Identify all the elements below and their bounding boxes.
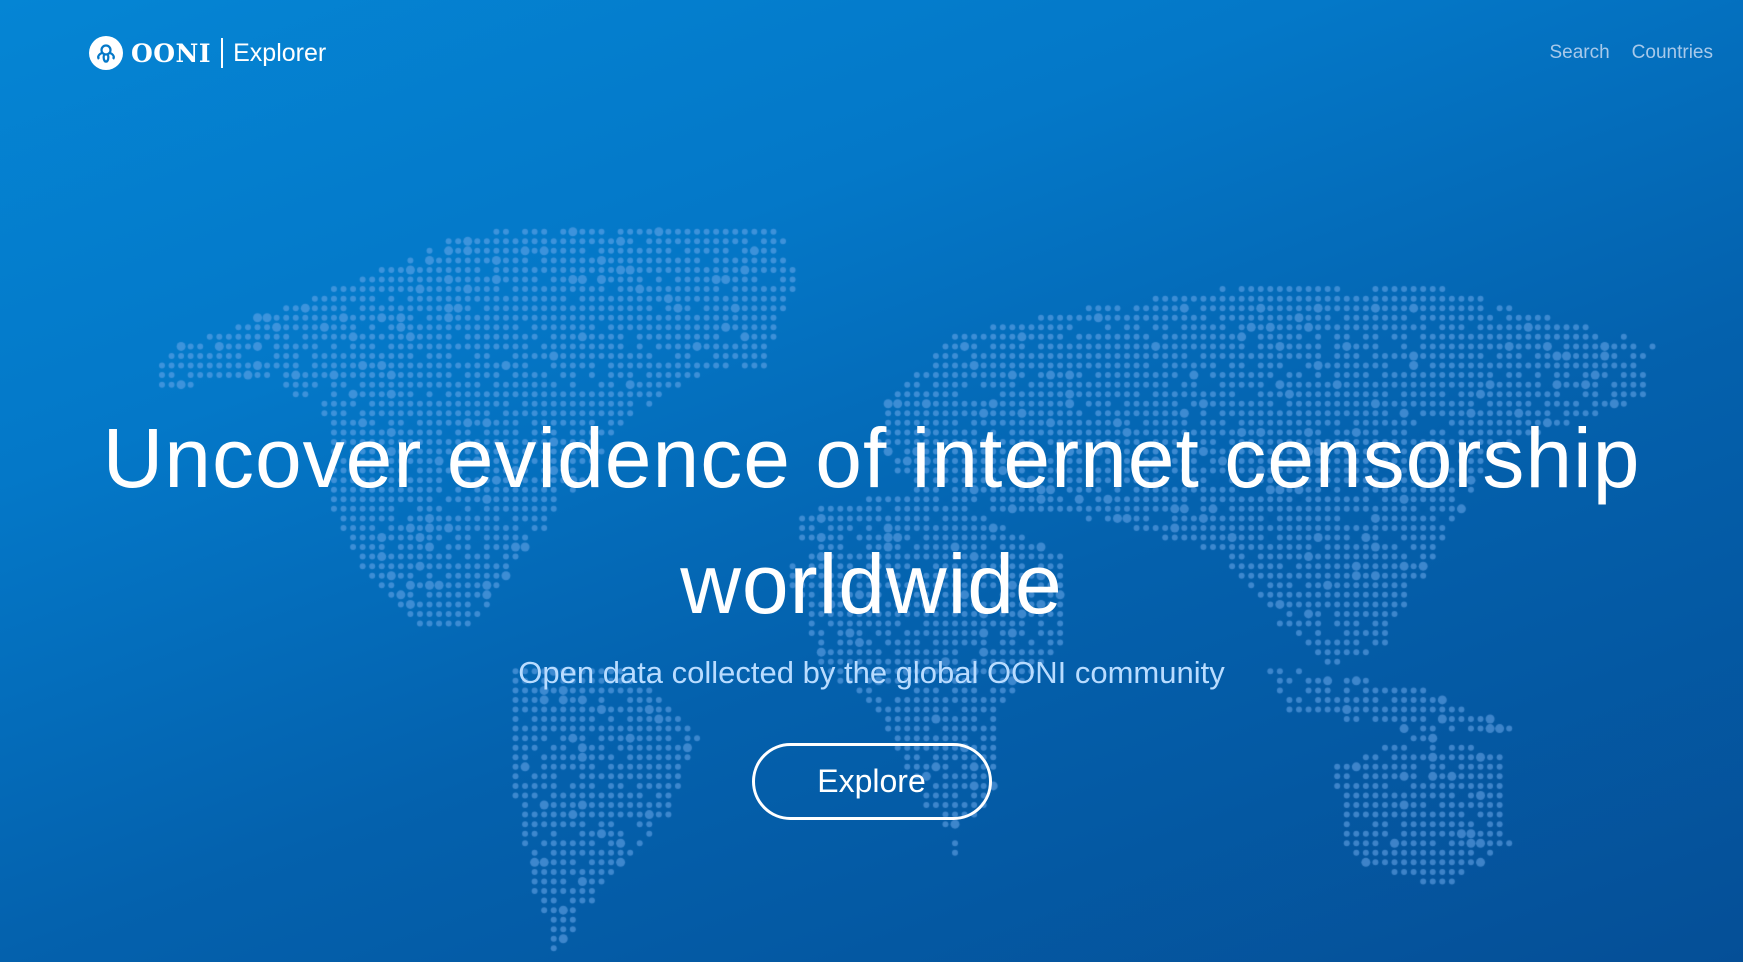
hero-title: Uncover evidence of internet censorship w… <box>0 395 1743 647</box>
hero-subtitle: Open data collected by the global OONI c… <box>518 655 1225 690</box>
logo-divider <box>221 38 224 68</box>
hero-title-line2: worldwide <box>680 537 1063 631</box>
nav-link-search[interactable]: Search <box>1549 42 1609 64</box>
logo-name: OONI <box>131 38 212 68</box>
nav-link-countries[interactable]: Countries <box>1632 42 1713 64</box>
explore-button[interactable]: Explore <box>751 743 992 820</box>
hero-title-line1: Uncover evidence of internet censorship <box>102 411 1641 505</box>
top-nav: OONI Explorer Search Countries <box>0 0 1743 110</box>
hero: Uncover evidence of internet censorship w… <box>0 395 1743 820</box>
logo-product: Explorer <box>233 38 327 67</box>
ooni-octopus-icon <box>89 36 123 70</box>
ooni-logo[interactable]: OONI Explorer <box>89 36 326 70</box>
